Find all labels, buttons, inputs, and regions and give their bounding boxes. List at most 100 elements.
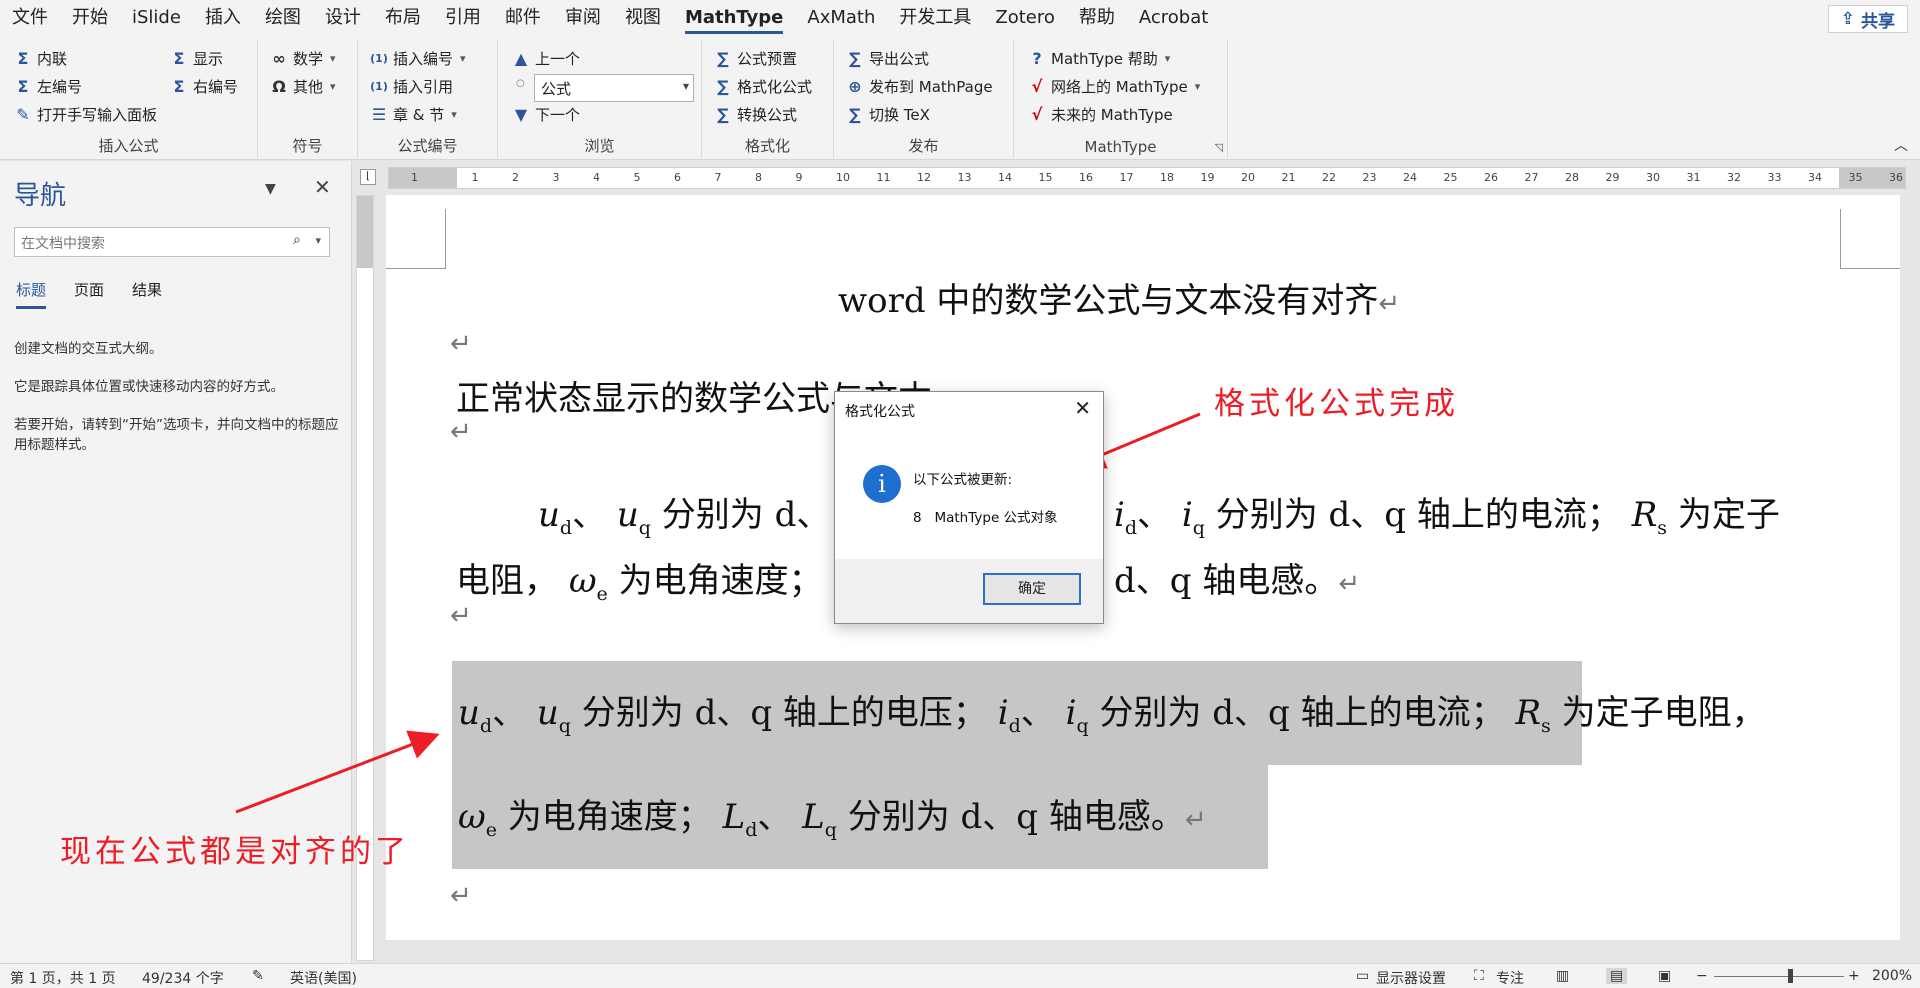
proofing-icon[interactable]: ✎ [252, 968, 264, 984]
menu-item-13[interactable]: 开发工具 [887, 0, 983, 36]
chevron-down-icon: ▾ [682, 79, 689, 93]
group-label: 浏览 [584, 137, 615, 155]
insert-number-button[interactable]: (1) 插入编号 ▾ [370, 48, 465, 69]
ruler-number: 24 [1403, 171, 1417, 184]
close-icon[interactable]: ✕ [314, 175, 331, 199]
read-mode-icon[interactable]: ▥ [1556, 968, 1569, 984]
nav-tab-2[interactable]: 结果 [132, 279, 162, 309]
print-layout-icon[interactable]: ▤ [1606, 968, 1628, 984]
right-number-button[interactable]: Σ 右编号 [170, 76, 238, 97]
search-icon[interactable]: ⌕ [293, 232, 301, 248]
ruler-number: 26 [1484, 171, 1498, 184]
left-number-button[interactable]: Σ 左编号 [14, 76, 82, 97]
publish-mathpage-button[interactable]: ⊕ 发布到 MathPage [846, 76, 992, 97]
ruler-number: 21 [1281, 171, 1296, 184]
menu-item-0[interactable]: 文件 [0, 0, 60, 36]
menu-item-14[interactable]: Zotero [983, 0, 1067, 36]
list-icon: ☰ [371, 105, 387, 124]
ruler-number: 15 [1038, 171, 1053, 184]
ribbon-group-publish: ∑ 导出公式 ⊕ 发布到 MathPage ∑ 切换 TeX 发布 [834, 40, 1014, 158]
up-arrow-icon: ▲ [514, 49, 528, 68]
group-label: 格式化 [744, 137, 790, 155]
group-label: MathType [1084, 138, 1157, 156]
doc-paragraph-2-line-2: 电阻， ωe 为电角速度； [456, 561, 823, 605]
web-layout-icon[interactable]: ▣ [1658, 968, 1671, 984]
format-equations-button[interactable]: ∑ 格式化公式 [714, 76, 812, 97]
ruler-number: 35 [1848, 171, 1863, 184]
horizontal-ruler[interactable]: 1 1 2 3 4 5 6 7 8 9 10 11 12 13 14 15 16 17 18 19 20 21 22 23 24… [388, 167, 1906, 189]
equation-preset-button[interactable]: ∑ 公式预置 [714, 48, 797, 69]
preset-icon: ∑ [717, 49, 729, 68]
radio-icon-wrap: ○ [516, 78, 525, 89]
menu-item-10[interactable]: 视图 [613, 0, 673, 36]
ruler-number: 2 [512, 171, 519, 184]
page-count[interactable]: 第 1 页，共 1 页 [10, 968, 116, 988]
close-icon[interactable]: ✕ [1074, 396, 1091, 420]
nav-search-input[interactable]: 在文档中搜索 ⌕ ▾ [14, 227, 330, 257]
ruler-number: 6 [674, 171, 681, 184]
menu-item-6[interactable]: 布局 [373, 0, 433, 36]
menu-item-11[interactable]: MathType [673, 0, 795, 36]
zoom-thumb[interactable] [1788, 969, 1793, 983]
ribbon-group-symbols: ∞ 数学 ▾ Ω 其他 ▾ 符号 [258, 40, 358, 158]
browse-type-select[interactable]: 公式 ▾ [534, 74, 694, 102]
ruler-number: 3 [552, 171, 560, 184]
menu-item-2[interactable]: iSlide [120, 0, 193, 36]
nav-options-chevron-icon[interactable]: ▼ [265, 181, 276, 197]
globe-icon: ⊕ [848, 77, 862, 96]
menu-item-15[interactable]: 帮助 [1067, 0, 1127, 36]
export-equations-button[interactable]: ∑ 导出公式 [846, 48, 929, 69]
collapse-ribbon-icon[interactable]: ︿ [1894, 135, 1908, 155]
menu-item-5[interactable]: 设计 [313, 0, 373, 36]
next-button[interactable]: ▼ 下一个 [512, 104, 580, 125]
menu-item-1[interactable]: 开始 [60, 0, 120, 36]
menu-item-9[interactable]: 审阅 [553, 0, 613, 36]
zoom-in-icon[interactable]: + [1848, 968, 1860, 984]
info-icon: i [863, 465, 901, 503]
paragraph-mark: ↵ [450, 329, 472, 359]
document-area[interactable]: word 中的数学公式与文本没有对齐↵ ↵ 正常状态显示的数学公式与文本↵ ↵ … [386, 195, 1900, 961]
toggle-tex-button[interactable]: ∑ 切换 TeX [846, 104, 930, 125]
previous-button[interactable]: ▲ 上一个 [512, 48, 580, 69]
zoom-level[interactable]: 200% [1872, 968, 1912, 984]
chevron-down-icon[interactable]: ▾ [315, 234, 321, 247]
dialog-launcher-icon[interactable]: ◹ [1215, 141, 1223, 154]
paragraph-mark: ↵ [450, 601, 472, 631]
insert-reference-button[interactable]: (1) 插入引用 [370, 76, 453, 97]
nav-tab-0[interactable]: 标题 [16, 279, 47, 309]
menu-item-8[interactable]: 邮件 [493, 0, 553, 36]
display-settings[interactable]: 显示器设置 [1376, 968, 1446, 988]
nav-tab-1[interactable]: 页面 [74, 279, 104, 309]
chapter-section-button[interactable]: ☰ 章 & 节 ▾ [370, 104, 457, 125]
ruler-number: 14 [998, 171, 1012, 184]
ok-button[interactable]: 确定 [983, 573, 1081, 605]
word-count[interactable]: 49/234 个字 [142, 968, 224, 988]
status-bar: 第 1 页，共 1 页 49/234 个字 ✎ 英语(美国) ▭ 显示器设置 ⛶… [0, 963, 1920, 988]
other-symbols-button[interactable]: Ω 其他 ▾ [270, 76, 335, 97]
menu-item-3[interactable]: 插入 [193, 0, 253, 36]
tab-selector[interactable]: ⌊ [360, 169, 376, 185]
menu-item-7[interactable]: 引用 [433, 0, 493, 36]
menu-item-4[interactable]: 绘图 [253, 0, 313, 36]
menu-item-12[interactable]: AxMath [795, 0, 887, 36]
number-icon: (1) [370, 52, 388, 65]
mathtype-help-button[interactable]: ? MathType 帮助 ▾ [1028, 48, 1170, 69]
focus-mode[interactable]: 专注 [1496, 968, 1524, 988]
math-symbols-button[interactable]: ∞ 数学 ▾ [270, 48, 335, 69]
group-label: 符号 [292, 137, 323, 155]
inline-button[interactable]: Σ 内联 [14, 48, 67, 69]
handwriting-panel-button[interactable]: ✎ 打开手写输入面板 [14, 104, 157, 125]
convert-equations-button[interactable]: ∑ 转换公式 [714, 104, 797, 125]
zoom-slider[interactable] [1714, 976, 1844, 977]
format-equations-dialog: 格式化公式 ✕ i 以下公式被更新: 8 MathType 公式对象 确定 [834, 391, 1104, 624]
share-button[interactable]: ⇪ 共享 [1827, 5, 1908, 33]
reference-icon: (1) [370, 80, 388, 93]
menu-item-16[interactable]: Acrobat [1127, 0, 1220, 36]
display-button[interactable]: Σ 显示 [170, 48, 223, 69]
mathtype-online-button[interactable]: √ 网络上的 MathType ▾ [1028, 76, 1201, 97]
zoom-out-icon[interactable]: − [1696, 968, 1708, 984]
share-label: 共享 [1861, 11, 1895, 32]
mathtype-future-button[interactable]: √ 未来的 MathType [1028, 104, 1173, 125]
language[interactable]: 英语(美国) [290, 968, 357, 988]
nav-tabs: 标题 页面 结果 [16, 279, 162, 309]
